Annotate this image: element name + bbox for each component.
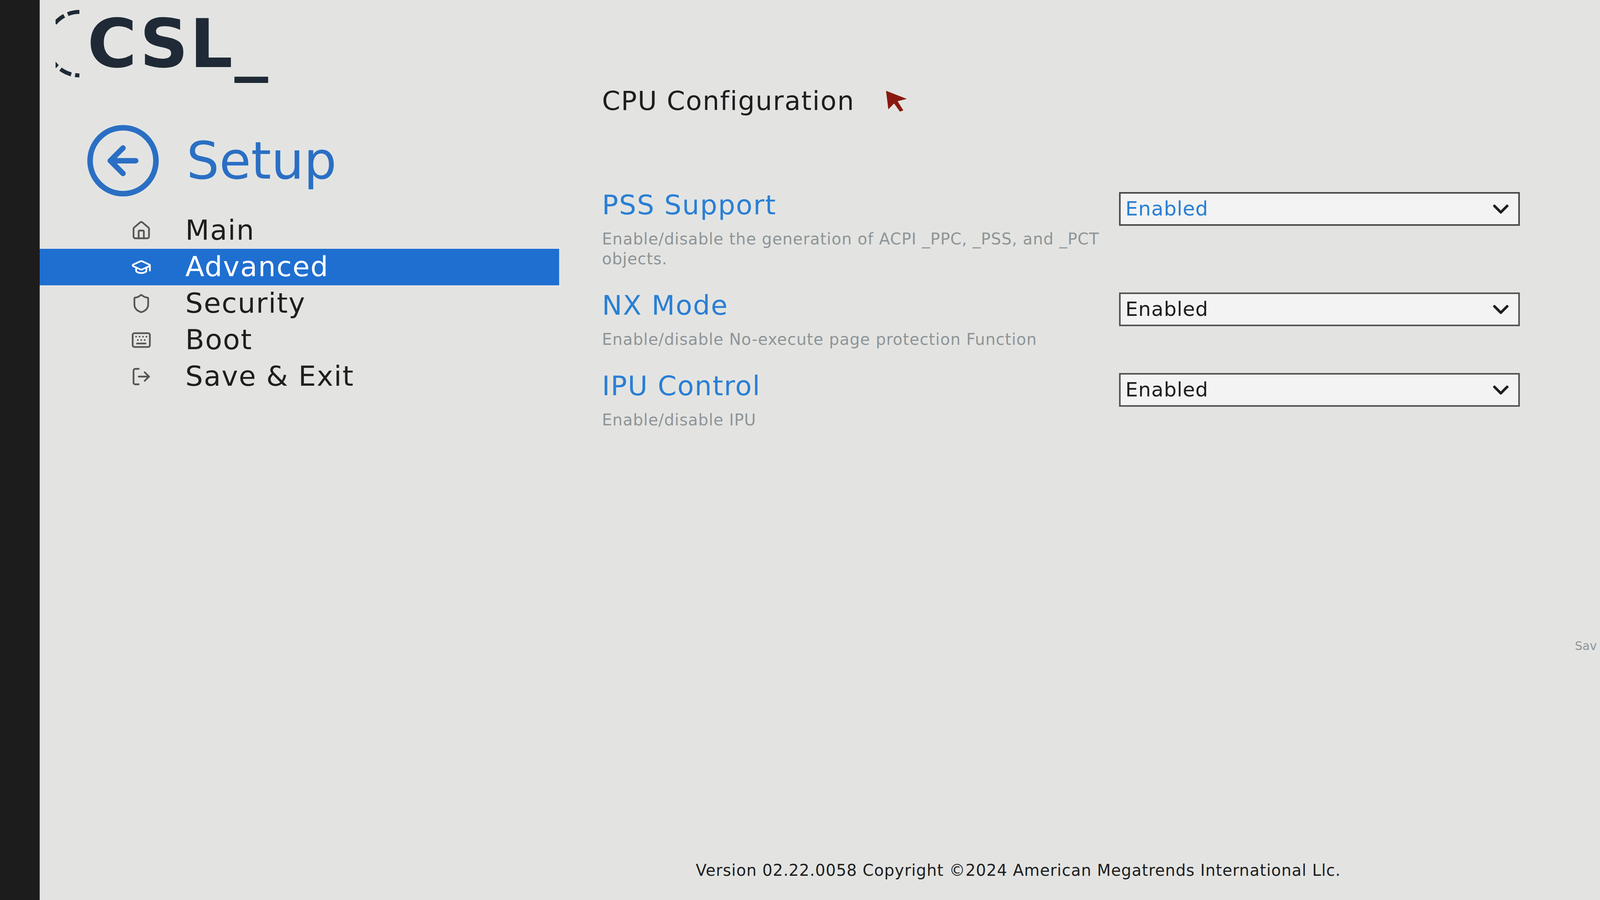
settings-list: PSS Support Enable/disable the generation… [601, 188, 1520, 430]
version-text: Version 02.22.0058 Copyright ©2024 Ameri… [695, 858, 1341, 883]
setup-header: Setup [39, 125, 560, 197]
setting-row: PSS Support Enable/disable the generation… [601, 188, 1520, 269]
dropdown-value: Enabled [1125, 196, 1209, 222]
mouse-cursor-icon [882, 87, 911, 116]
setting-row: NX Mode Enable/disable No-execute page pr… [601, 288, 1520, 350]
setting-text: IPU Control Enable/disable IPU [601, 369, 761, 430]
footer: Version 02.22.0058 Copyright ©2024 Ameri… [39, 858, 1600, 900]
page-header: CPU Configuration [601, 81, 1520, 121]
bios-screen: CSL_ Setup MainAdvancedSecurityBootSave & … [0, 0, 1600, 900]
content-row: CSL_ Setup MainAdvancedSecurityBootSave & … [39, 0, 1600, 859]
right-pane: CPU Configuration PSS Support Enable/disab… [601, 0, 1547, 859]
exit-icon [130, 366, 152, 387]
menu: MainAdvancedSecurityBootSave & Exit [39, 212, 560, 395]
menu-item[interactable]: Main [39, 212, 560, 249]
setting-label: PSS Support [601, 188, 1104, 222]
screen-bezel [0, 0, 40, 900]
setting-dropdown[interactable]: Enabled [1119, 192, 1520, 226]
left-pane: CSL_ Setup MainAdvancedSecurityBootSave & … [39, 0, 560, 859]
shield-icon [130, 293, 152, 314]
menu-item-label: Advanced [185, 249, 329, 285]
menu-item-label: Main [185, 213, 255, 249]
setting-label: IPU Control [601, 369, 761, 403]
setting-text: NX Mode Enable/disable No-execute page pr… [601, 288, 1037, 350]
menu-item[interactable]: Save & Exit [39, 358, 560, 395]
back-button[interactable] [87, 125, 159, 197]
dropdown-value: Enabled [1125, 377, 1209, 403]
dropdown-value: Enabled [1125, 296, 1209, 322]
setting-text: PSS Support Enable/disable the generation… [601, 188, 1104, 269]
logo: CSL_ [39, 0, 560, 84]
menu-item[interactable]: Boot [39, 321, 560, 359]
chevron-down-icon [1488, 296, 1514, 323]
menu-item-label: Save & Exit [185, 359, 354, 395]
logo-rings-icon [55, 3, 84, 84]
back-arrow-icon [101, 138, 145, 183]
page-title: CPU Configuration [601, 81, 855, 121]
setting-dropdown[interactable]: Enabled [1119, 373, 1520, 407]
setup-title: Setup [186, 128, 337, 194]
cap-icon [130, 256, 152, 278]
keyboard-icon [130, 329, 152, 351]
setting-description: Enable/disable No-execute page protectio… [601, 329, 1037, 350]
menu-item[interactable]: Advanced [39, 248, 560, 286]
setting-dropdown[interactable]: Enabled [1119, 292, 1520, 327]
home-icon [130, 220, 152, 241]
setting-description: Enable/disable IPU [601, 409, 761, 430]
setting-row: IPU Control Enable/disable IPU Enabled [601, 369, 1520, 430]
chevron-down-icon [1488, 196, 1514, 222]
chevron-down-icon [1488, 377, 1514, 403]
menu-item-label: Boot [185, 322, 253, 358]
menu-item[interactable]: Security [39, 285, 560, 322]
menu-item-label: Security [185, 286, 306, 322]
setting-description: Enable/disable the generation of ACPI _P… [601, 228, 1104, 269]
logo-text: CSL_ [87, 9, 270, 78]
setting-label: NX Mode [601, 288, 1037, 323]
edge-text: Sav [1575, 636, 1597, 655]
main-area: CSL_ Setup MainAdvancedSecurityBootSave & … [39, 0, 1600, 900]
